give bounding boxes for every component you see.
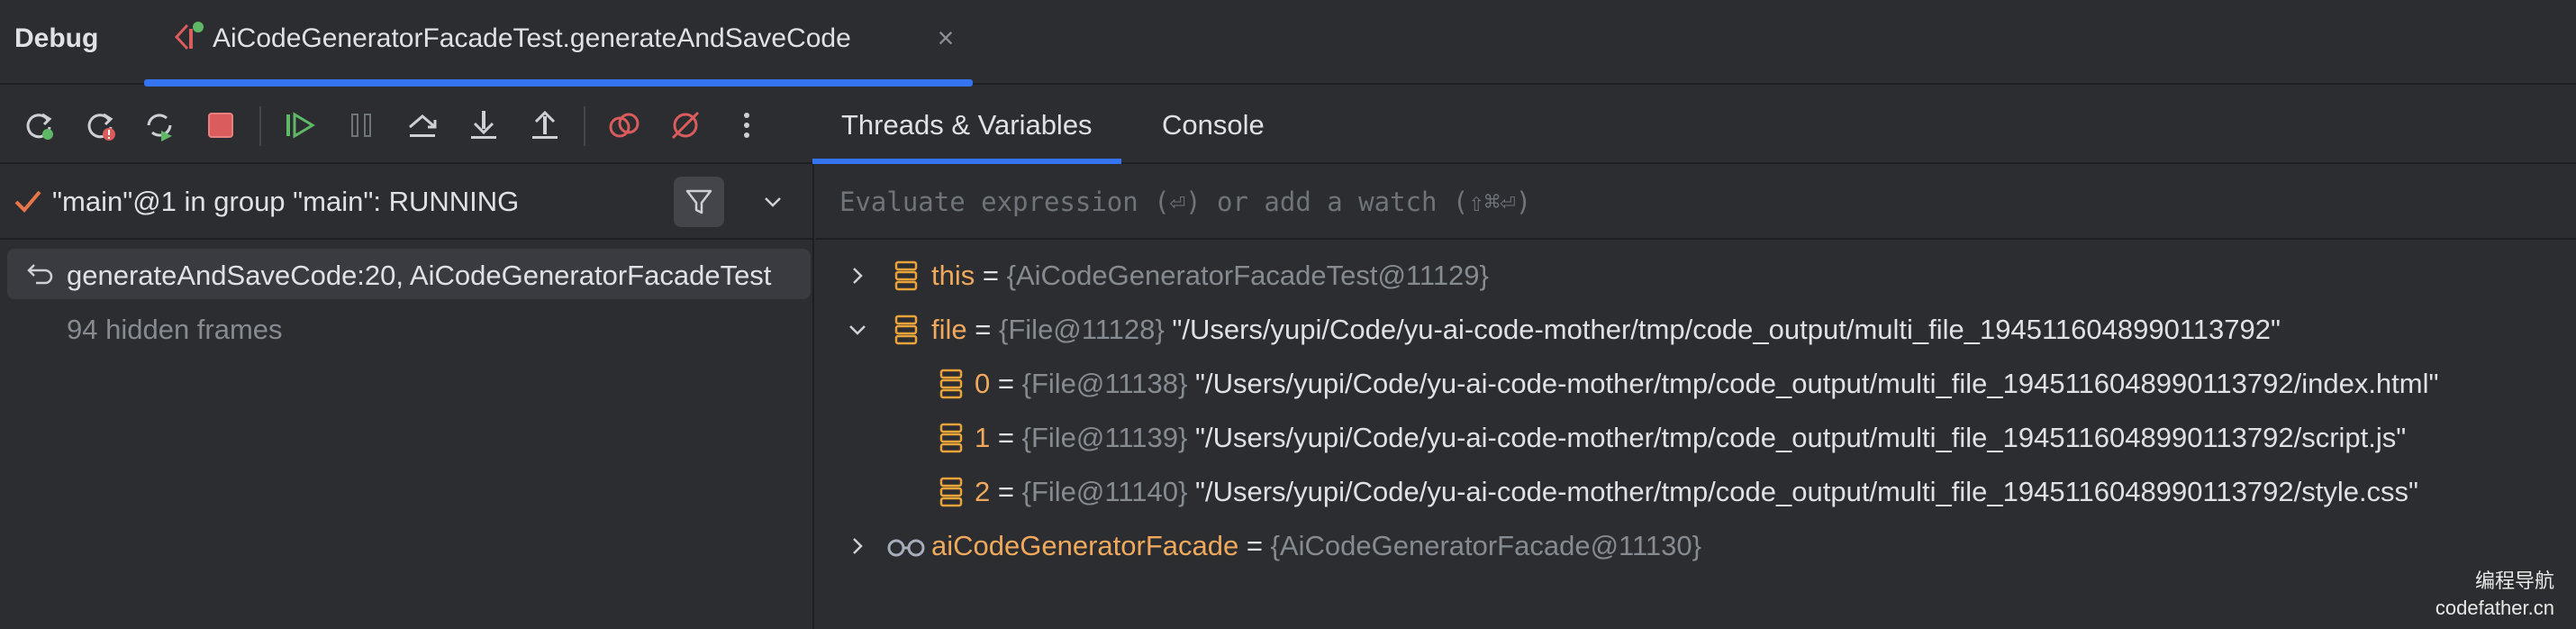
variable-name: 2 bbox=[975, 476, 991, 507]
rerun-button[interactable] bbox=[18, 105, 59, 146]
equals-sign: = bbox=[997, 476, 1014, 507]
step-into-icon bbox=[471, 111, 496, 139]
variable-row[interactable]: 0 = {File@11138} "/Users/yupi/Code/yu-ai… bbox=[816, 357, 2576, 411]
watermark: 编程导航 codefather.cn bbox=[2435, 568, 2554, 622]
expand-arrow[interactable] bbox=[839, 528, 875, 564]
chevron-down-icon bbox=[849, 325, 866, 335]
more-options-button[interactable] bbox=[726, 105, 767, 146]
variable-name: 1 bbox=[975, 422, 991, 453]
variable-value: "/Users/yupi/Code/yu-ai-code-mother/tmp/… bbox=[1194, 422, 2407, 453]
active-tab-indicator bbox=[144, 79, 973, 87]
resume-button[interactable] bbox=[279, 105, 321, 146]
tab-threads-variables[interactable]: Threads & Variables bbox=[812, 87, 1121, 164]
variable-type: {File@11128} bbox=[999, 314, 1165, 345]
chevron-down-icon bbox=[765, 197, 781, 207]
step-over-icon bbox=[409, 114, 437, 137]
evaluate-expression-input[interactable] bbox=[839, 180, 2533, 223]
field-icon bbox=[894, 314, 918, 345]
debug-toolbar: Threads & Variables Console bbox=[0, 87, 2576, 164]
mute-breakpoints-icon bbox=[671, 111, 700, 140]
close-tab-icon[interactable]: × bbox=[928, 20, 964, 56]
view-breakpoints-button[interactable] bbox=[603, 105, 645, 146]
variable-name: aiCodeGeneratorFacade bbox=[931, 530, 1239, 561]
frames-panel: "main"@1 in group "main": RUNNING genera… bbox=[0, 164, 814, 629]
expand-arrow[interactable] bbox=[839, 258, 875, 294]
equals-sign: = bbox=[982, 260, 999, 291]
pause-icon bbox=[351, 114, 371, 137]
toolbar-separator bbox=[584, 106, 585, 146]
watermark-line-2: codefather.cn bbox=[2435, 597, 2554, 619]
thread-selector[interactable]: "main"@1 in group "main": RUNNING bbox=[0, 164, 814, 240]
filter-button[interactable] bbox=[674, 177, 724, 227]
resume-icon bbox=[286, 112, 315, 139]
rerun-icon bbox=[26, 113, 53, 140]
pause-button[interactable] bbox=[340, 105, 382, 146]
stop-icon bbox=[208, 113, 233, 138]
toolbar-separator bbox=[259, 106, 261, 146]
debug-session-tab[interactable]: AiCodeGeneratorFacadeTest.generateAndSav… bbox=[144, 0, 973, 87]
variable-value: "/Users/yupi/Code/yu-ai-code-mother/tmp/… bbox=[1194, 368, 2439, 399]
hidden-frames-link[interactable]: 94 hidden frames bbox=[67, 314, 283, 346]
field-icon bbox=[939, 369, 963, 399]
view-breakpoints-icon bbox=[609, 113, 639, 138]
variable-row[interactable]: this = {AiCodeGeneratorFacadeTest@11129} bbox=[816, 249, 2576, 303]
variable-row[interactable]: 2 = {File@11140} "/Users/yupi/Code/yu-ai… bbox=[816, 465, 2576, 519]
field-icon bbox=[894, 260, 918, 291]
checkmark-icon bbox=[14, 190, 41, 213]
variable-value: "/Users/yupi/Code/yu-ai-code-mother/tmp/… bbox=[1172, 314, 2281, 345]
variable-value: "/Users/yupi/Code/yu-ai-code-mother/tmp/… bbox=[1194, 476, 2419, 507]
variable-type: {File@11140} bbox=[1021, 476, 1188, 507]
step-out-button[interactable] bbox=[524, 105, 566, 146]
equals-sign: = bbox=[997, 368, 1014, 399]
mute-breakpoints-button[interactable] bbox=[665, 105, 706, 146]
evaluate-bar bbox=[816, 164, 2576, 240]
variable-name: 0 bbox=[975, 368, 991, 399]
stop-button[interactable] bbox=[200, 105, 241, 146]
filter-icon bbox=[685, 189, 712, 214]
watermark-line-1: 编程导航 bbox=[2474, 570, 2554, 592]
variable-type: {AiCodeGeneratorFacade@11130} bbox=[1270, 530, 1702, 561]
session-tab-label: AiCodeGeneratorFacadeTest.generateAndSav… bbox=[213, 23, 851, 53]
variables-panel: this = {AiCodeGeneratorFacadeTest@11129}… bbox=[816, 164, 2576, 629]
more-vertical-icon bbox=[744, 113, 749, 138]
field-icon bbox=[939, 423, 963, 453]
rerun-failed-icon bbox=[87, 113, 115, 141]
variable-type: {File@11139} bbox=[1021, 422, 1188, 453]
variable-row[interactable]: file = {File@11128} "/Users/yupi/Code/yu… bbox=[816, 303, 2576, 357]
field-icon bbox=[939, 477, 963, 507]
tab-console[interactable]: Console bbox=[1133, 87, 1293, 164]
return-arrow-icon bbox=[27, 264, 53, 285]
rerun-failed-button[interactable] bbox=[79, 105, 121, 146]
variable-name: file bbox=[931, 314, 967, 345]
equals-sign: = bbox=[975, 314, 992, 345]
chevron-right-icon bbox=[853, 538, 863, 554]
tool-window-title: Debug bbox=[14, 23, 99, 53]
collapse-arrow[interactable] bbox=[839, 312, 875, 348]
equals-sign: = bbox=[997, 422, 1014, 453]
equals-sign: = bbox=[1246, 530, 1263, 561]
restart-button[interactable] bbox=[139, 105, 180, 146]
watch-glasses-icon bbox=[887, 539, 925, 557]
step-over-button[interactable] bbox=[402, 105, 443, 146]
variable-name: this bbox=[931, 260, 975, 291]
thread-dropdown-button[interactable] bbox=[755, 184, 791, 220]
chevron-right-icon bbox=[853, 268, 863, 284]
restart-icon bbox=[147, 114, 172, 141]
variable-row[interactable]: aiCodeGeneratorFacade = {AiCodeGenerator… bbox=[816, 519, 2576, 573]
debug-header: Debug AiCodeGeneratorFacadeTest.generate… bbox=[0, 0, 2576, 87]
variable-type: {AiCodeGeneratorFacadeTest@11129} bbox=[1006, 260, 1489, 291]
variable-row[interactable]: 1 = {File@11139} "/Users/yupi/Code/yu-ai… bbox=[816, 411, 2576, 465]
variable-type: {File@11138} bbox=[1021, 368, 1188, 399]
test-method-icon bbox=[174, 22, 204, 50]
stack-frame-label: generateAndSaveCode:20, AiCodeGeneratorF… bbox=[67, 260, 772, 291]
current-thread-label: "main"@1 in group "main": RUNNING bbox=[52, 186, 520, 217]
stack-frame-row[interactable]: generateAndSaveCode:20, AiCodeGeneratorF… bbox=[7, 249, 811, 299]
step-into-button[interactable] bbox=[463, 105, 504, 146]
step-out-icon bbox=[532, 110, 558, 139]
